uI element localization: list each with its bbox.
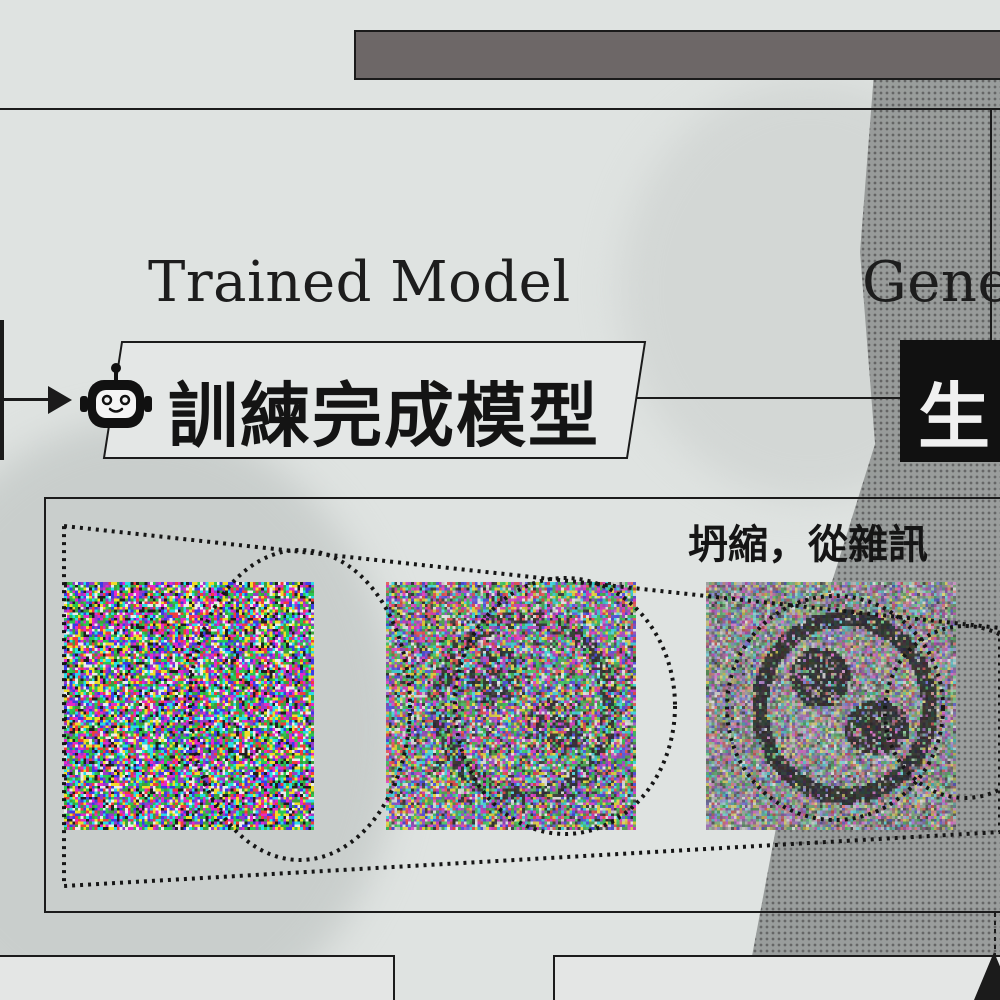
stage-circle-4	[883, 624, 1000, 800]
funnel-outline	[62, 523, 1000, 889]
diagram-canvas: Trained Model Gene 訓練完成模型 生 坍縮，從雜訊	[0, 0, 1000, 1000]
bottom-right-box	[553, 955, 1000, 1000]
arrow-up-icon	[974, 952, 1000, 1000]
funnel-overlay	[62, 523, 1000, 889]
bottom-left-box	[0, 955, 395, 1000]
stage-circle-2	[453, 576, 677, 836]
stage-circle-3	[725, 594, 945, 822]
stage-circle-1	[188, 548, 412, 862]
